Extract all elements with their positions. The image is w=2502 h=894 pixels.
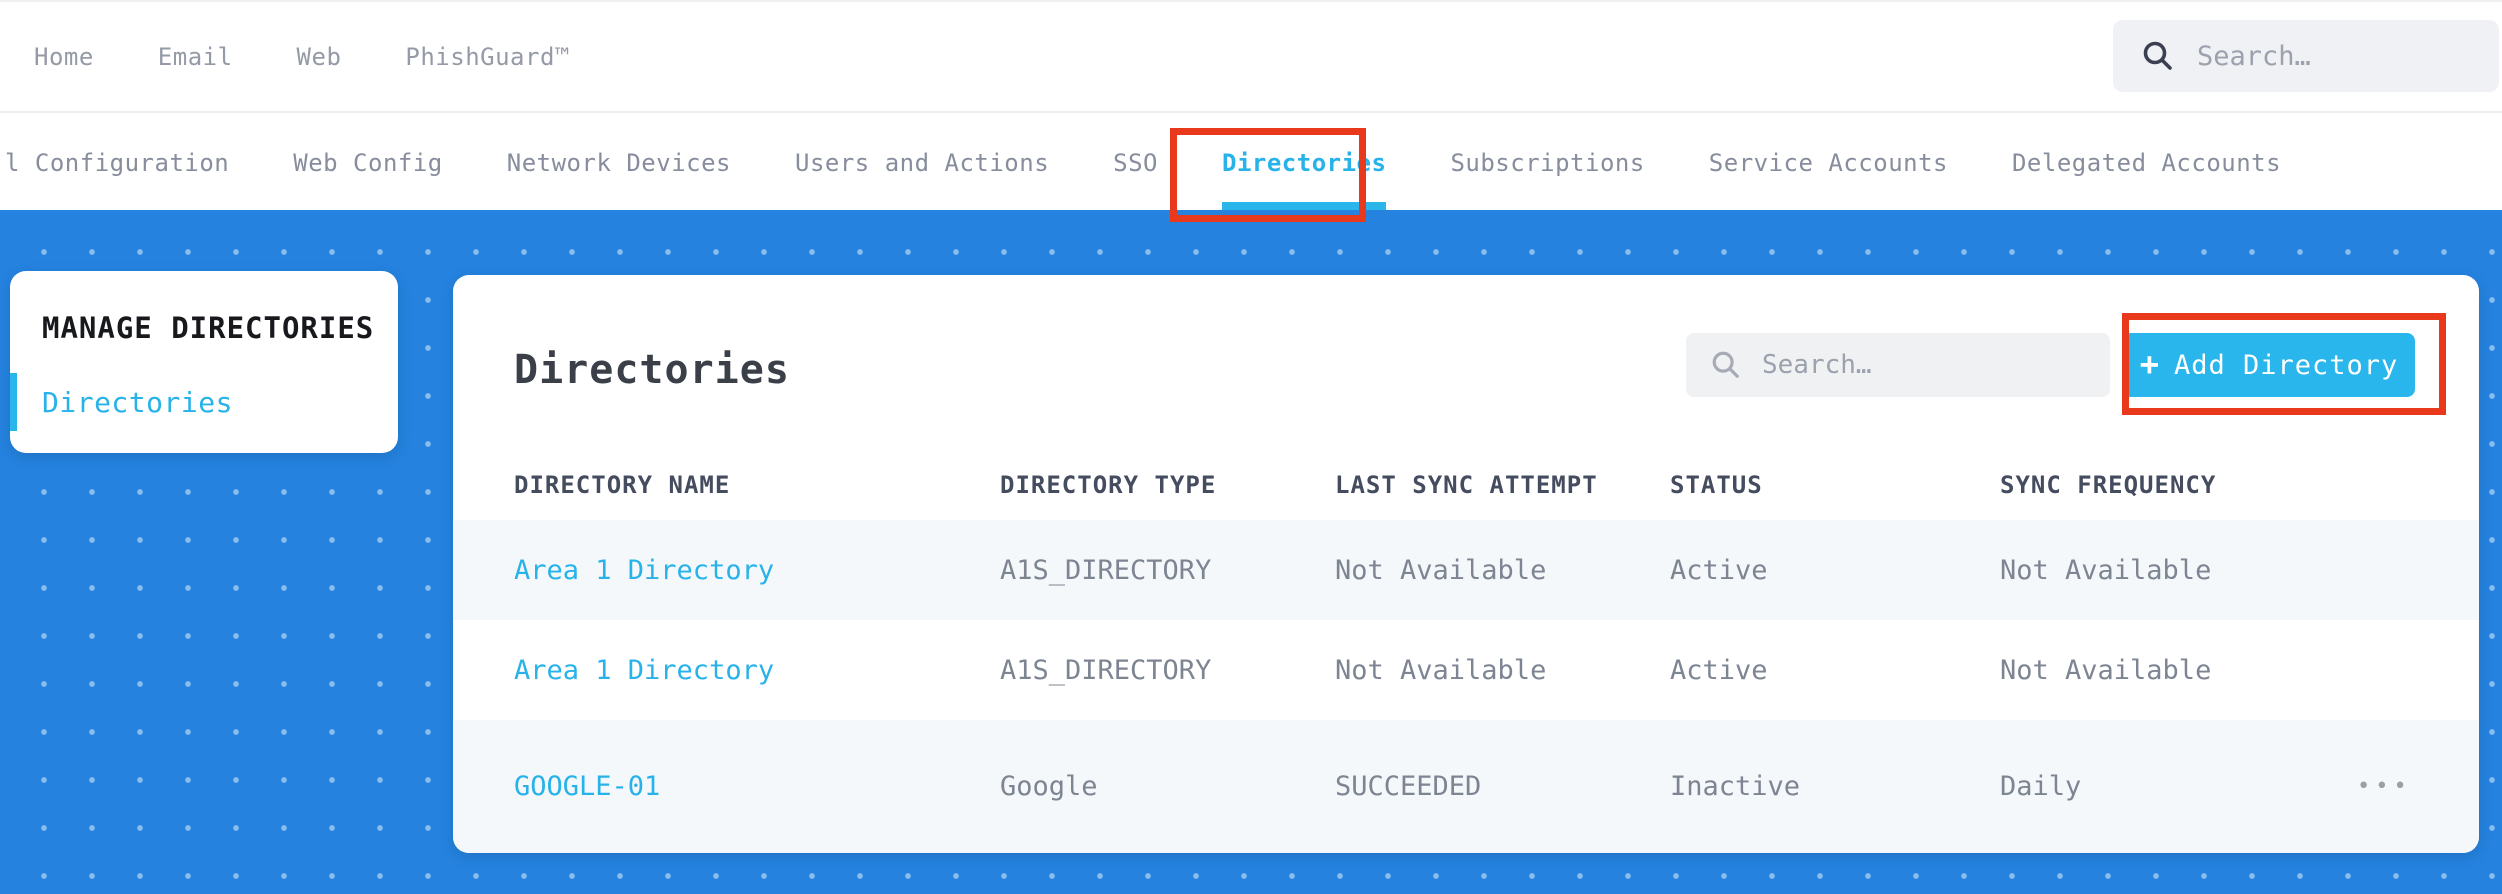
cell-status: Active xyxy=(1670,554,1768,586)
directories-table: DIRECTORY NAME DIRECTORY TYPE LAST SYNC … xyxy=(453,450,2479,853)
global-search[interactable] xyxy=(2113,20,2499,92)
col-directory-type: DIRECTORY TYPE xyxy=(1000,471,1217,499)
cell-status: Active xyxy=(1670,654,1768,686)
table-row: GOOGLE-01 Google SUCCEEDED Inactive Dail… xyxy=(453,720,2479,853)
directory-name-link[interactable]: Area 1 Directory xyxy=(514,655,1000,686)
card-heading: MANAGE DIRECTORIES xyxy=(42,311,375,345)
app-screen: Home Email Web PhishGuard™ l Configurati… xyxy=(0,0,2502,894)
tab-sso[interactable]: SSO xyxy=(1113,115,1158,210)
add-directory-button[interactable]: + Add Directory xyxy=(2123,333,2415,397)
cell-status: Inactive xyxy=(1670,771,1801,802)
table-header-row: DIRECTORY NAME DIRECTORY TYPE LAST SYNC … xyxy=(453,450,2479,520)
content-canvas: MANAGE DIRECTORIES Directories Directori… xyxy=(0,210,2502,894)
directory-name-link[interactable]: GOOGLE-01 xyxy=(514,771,1000,802)
add-directory-label: Add Directory xyxy=(2173,349,2399,381)
top-nav: Home Email Web PhishGuard™ xyxy=(0,0,2502,113)
cell-last-sync: Not Available xyxy=(1335,554,1547,586)
plus-icon: + xyxy=(2139,345,2160,383)
global-search-input[interactable] xyxy=(2197,40,2499,72)
tab-service-accounts[interactable]: Service Accounts xyxy=(1709,115,1948,210)
cell-directory-type: A1S_DIRECTORY xyxy=(1000,554,1212,586)
directory-name-link[interactable]: Area 1 Directory xyxy=(514,555,1000,586)
col-directory-name: DIRECTORY NAME xyxy=(514,471,731,499)
cell-sync-frequency: Not Available xyxy=(2000,554,2212,586)
page-title: Directories xyxy=(514,347,790,393)
cell-directory-type: Google xyxy=(1000,771,1098,802)
cell-last-sync: Not Available xyxy=(1335,654,1547,686)
tab-directories[interactable]: Directories xyxy=(1222,115,1387,210)
search-icon xyxy=(2143,41,2172,70)
top-nav-items: Home Email Web PhishGuard™ xyxy=(0,43,570,71)
directories-search[interactable] xyxy=(1686,333,2110,397)
tab-web-config[interactable]: Web Config xyxy=(293,115,443,210)
search-icon xyxy=(1712,351,1739,378)
nav-item-home[interactable]: Home xyxy=(34,43,94,71)
cell-sync-frequency: Not Available xyxy=(2000,654,2212,686)
active-tab-underline xyxy=(1222,202,1387,210)
sidebar-item-directories[interactable]: Directories xyxy=(10,373,398,431)
tab-email-configuration[interactable]: l Configuration xyxy=(5,115,229,210)
cell-last-sync: SUCCEEDED xyxy=(1335,771,1482,802)
tab-subscriptions[interactable]: Subscriptions xyxy=(1450,115,1644,210)
sidebar-item-label: Directories xyxy=(42,385,233,419)
tab-users-and-actions[interactable]: Users and Actions xyxy=(795,115,1049,210)
table-row: Area 1 Directory A1S_DIRECTORY Not Avail… xyxy=(453,620,2479,720)
cell-sync-frequency: Daily xyxy=(2000,771,2082,802)
manage-directories-card: MANAGE DIRECTORIES Directories xyxy=(10,271,398,453)
tab-delegated-accounts[interactable]: Delegated Accounts xyxy=(2012,115,2281,210)
cell-directory-type: A1S_DIRECTORY xyxy=(1000,654,1212,686)
tab-nav: l Configuration Web Config Network Devic… xyxy=(0,115,2502,210)
row-actions-menu-icon[interactable]: ••• xyxy=(2357,774,2479,799)
col-status: STATUS xyxy=(1670,471,1763,499)
directories-panel: Directories + Add Directory DIRECTORY NA… xyxy=(453,275,2479,853)
tab-directories-label: Directories xyxy=(1222,148,1387,177)
active-item-indicator xyxy=(10,373,17,431)
tab-network-devices[interactable]: Network Devices xyxy=(507,115,731,210)
col-last-sync-attempt: LAST SYNC ATTEMPT xyxy=(1335,471,1598,499)
nav-item-email[interactable]: Email xyxy=(158,43,233,71)
col-sync-frequency: SYNC FREQUENCY xyxy=(2000,471,2217,499)
table-row: Area 1 Directory A1S_DIRECTORY Not Avail… xyxy=(453,520,2479,620)
nav-item-web[interactable]: Web xyxy=(297,43,342,71)
directories-search-input[interactable] xyxy=(1762,350,2110,380)
nav-item-phishguard[interactable]: PhishGuard™ xyxy=(405,43,569,71)
